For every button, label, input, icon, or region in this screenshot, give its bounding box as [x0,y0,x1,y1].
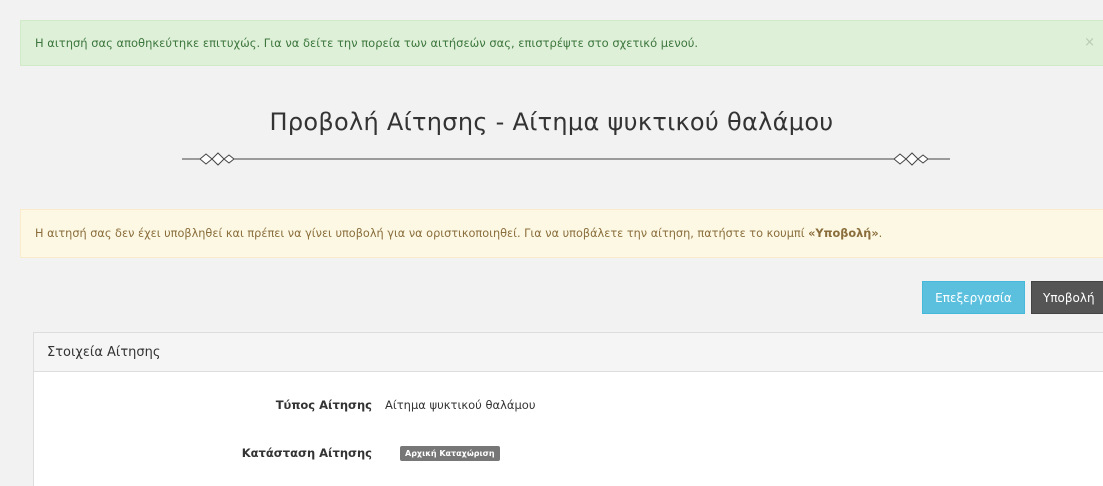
title-divider-ornament [182,152,950,166]
field-value-type: Αίτημα ψυκτικού θαλάμου [385,398,536,412]
success-alert-message: Η αιτησή σας αποθηκεύτηκε επιτυχώς. Για … [35,36,699,50]
warning-alert-suffix: . [878,227,883,240]
field-row-status: Κατάσταση Αίτησης Αρχική Καταχώριση [34,443,1103,463]
warning-alert: Η αιτησή σας δεν έχει υποβληθεί και πρέπ… [20,209,1103,258]
application-details-panel: Στοιχεία Αίτησης Τύπος Αίτησης Αίτημα ψυ… [33,332,1103,486]
success-alert: Η αιτησή σας αποθηκεύτηκε επιτυχώς. Για … [20,20,1103,66]
submit-keyword-highlight: «Υποβολή» [808,227,879,240]
edit-button[interactable]: Επεξεργασία [922,281,1025,314]
status-badge: Αρχική Καταχώριση [400,446,500,461]
panel-heading: Στοιχεία Αίτησης [34,333,1103,372]
submit-button[interactable]: Υποβολή [1031,281,1103,314]
application-view-page: Η αιτησή σας αποθηκεύτηκε επιτυχώς. Για … [0,0,1103,486]
warning-alert-message: Η αιτησή σας δεν έχει υποβληθεί και πρέπ… [35,227,809,240]
close-icon[interactable]: × [1084,21,1095,65]
field-label-type: Τύπος Αίτησης [275,398,372,412]
page-title: Προβολή Αίτησης - Αίτημα ψυκτικού θαλάμο… [269,108,834,136]
field-row-type: Τύπος Αίτησης Αίτημα ψυκτικού θαλάμου [34,395,1103,415]
field-label-status: Κατάσταση Αίτησης [241,446,372,460]
